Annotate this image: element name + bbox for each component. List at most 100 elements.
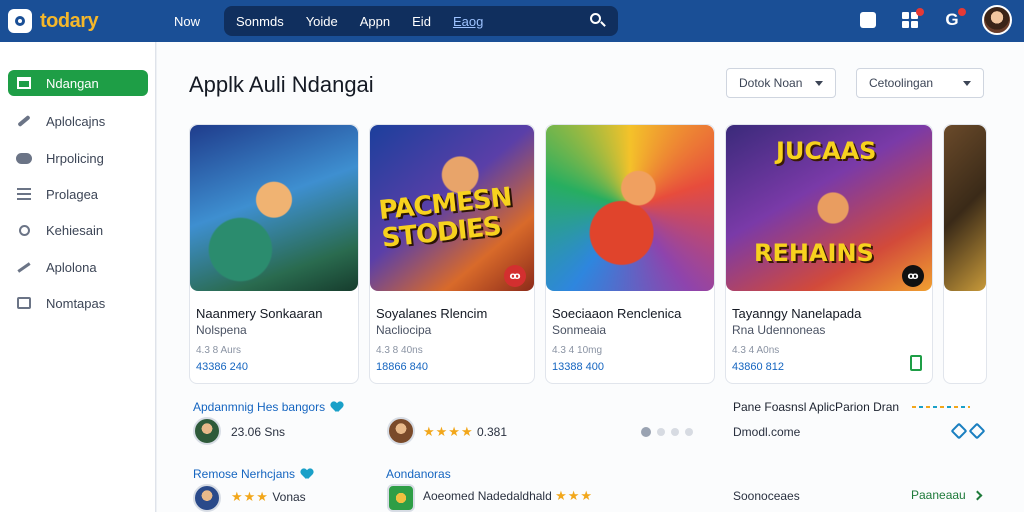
app-developer: Nolspena bbox=[196, 323, 247, 337]
app-download-count: 43386 240 bbox=[196, 361, 248, 373]
artwork-title: PACMESN STODIES bbox=[377, 182, 513, 254]
nav-item-sonmds[interactable]: Sonmds bbox=[236, 14, 284, 29]
nav-now[interactable]: Now bbox=[174, 14, 214, 29]
notes-icon[interactable] bbox=[858, 10, 878, 30]
app-artwork: JUCAAS REHAINS bbox=[726, 125, 932, 291]
avatar bbox=[387, 417, 415, 445]
notification-badge bbox=[916, 8, 924, 16]
app-card[interactable]: Soeciaaon Renclenica Sonmeaia 4.3 4 10mg… bbox=[545, 124, 715, 384]
app-card[interactable]: Naanmery Sonkaaran Nolspena 4.3 8 Aurs 4… bbox=[189, 124, 359, 384]
section-heading[interactable]: Apdanmnig Hes bangors bbox=[193, 400, 343, 414]
notification-badge bbox=[958, 8, 966, 16]
nav-item-eaog[interactable]: Eaog bbox=[453, 14, 483, 29]
sidebar-item-ndangan[interactable]: Ndangan bbox=[8, 70, 148, 96]
star-icons: ★★★ bbox=[555, 488, 594, 503]
sort-dropdown[interactable]: Dotok Noan bbox=[726, 68, 836, 98]
app-rating: 4.3 4 A0ns bbox=[732, 345, 780, 356]
app-card[interactable] bbox=[943, 124, 987, 384]
category-dropdown[interactable]: Cetoolingan bbox=[856, 68, 984, 98]
rating-value: 0.381 bbox=[476, 425, 507, 439]
section-heading[interactable]: Remose Nerhcjans bbox=[193, 467, 313, 481]
section-heading[interactable]: Aondanoras bbox=[386, 467, 451, 481]
sidebar-item-label: Nomtapas bbox=[46, 295, 106, 311]
view-more-label: Paaneaau bbox=[911, 488, 966, 502]
badge-icon: ꝏ bbox=[902, 265, 924, 287]
logo-icon bbox=[8, 9, 32, 33]
app-name: Soyalanes Rlencim bbox=[376, 306, 488, 321]
avatar bbox=[193, 417, 221, 445]
section-heading-text: Apdanmnig Hes bangors bbox=[193, 400, 326, 414]
sidebar-item-label: Aplolona bbox=[46, 259, 97, 275]
heart-icon bbox=[301, 469, 313, 479]
decorative-divider bbox=[912, 406, 970, 408]
rating-stars: ★★★★ 0.381 bbox=[423, 424, 507, 440]
artwork-subtitle: REHAINS bbox=[754, 239, 874, 267]
sidebar-item-label: Prolagea bbox=[46, 186, 99, 202]
bookmark-icon[interactable] bbox=[910, 355, 922, 371]
top-bar: todary Now Sonmds Yoide Appn Eid Eaog G bbox=[0, 0, 1024, 42]
star-icons: ★★★ bbox=[231, 489, 269, 504]
heart-icon bbox=[331, 402, 343, 412]
sidebar-item-nomtapas[interactable]: Nomtapas bbox=[8, 290, 148, 316]
sidebar-item-hrpolicing[interactable]: Hrpolicing bbox=[8, 145, 148, 171]
app-icon bbox=[387, 484, 415, 512]
app-developer: Rna Udennoneas bbox=[732, 323, 826, 337]
carousel-dots[interactable] bbox=[641, 427, 699, 437]
nav-item-eid[interactable]: Eid bbox=[412, 14, 431, 29]
view-more-link[interactable]: Paaneaau bbox=[911, 488, 983, 502]
star-icons: ★★★★ bbox=[423, 424, 474, 439]
artwork-title: JUCAAS bbox=[776, 137, 877, 165]
app-card[interactable]: PACMESN STODIES ꝏ Soyalanes Rlencim Nacl… bbox=[369, 124, 535, 384]
user-avatar[interactable] bbox=[982, 5, 1012, 35]
app-rating: 4.3 4 10mg bbox=[552, 345, 603, 356]
page-title: Applk Auli Ndangai bbox=[189, 72, 374, 97]
row-subtext: Vonas bbox=[272, 490, 306, 504]
search-icon[interactable] bbox=[590, 13, 606, 29]
main-content: Applk Auli Ndangai Dotok Noan Cetoolinga… bbox=[157, 42, 1024, 512]
nav-item-yoide[interactable]: Yoide bbox=[306, 14, 338, 29]
chevron-right-icon bbox=[972, 490, 983, 501]
app-artwork bbox=[190, 125, 358, 291]
section-heading[interactable]: Pane Foasnsl AplicParion Dran bbox=[733, 400, 899, 414]
gamepad-icon bbox=[16, 150, 32, 166]
app-artwork bbox=[944, 125, 986, 291]
app-developer: Nacliocipa bbox=[376, 323, 432, 337]
nav-item-appn[interactable]: Appn bbox=[360, 14, 390, 29]
g-icon[interactable]: G bbox=[942, 8, 966, 30]
row-subtext: Aoeomed Nadedaldhald bbox=[423, 489, 552, 503]
section-heading-text: Remose Nerhcjans bbox=[193, 467, 296, 481]
row-value: 23.06 Sns bbox=[231, 425, 286, 439]
sidebar-item-aplolona[interactable]: Aplolona bbox=[8, 254, 148, 280]
sidebar-item-prolagea[interactable]: Prolagea bbox=[8, 181, 148, 207]
box-icon bbox=[16, 295, 32, 311]
sidebar-item-label: Hrpolicing bbox=[46, 150, 104, 166]
app-card[interactable]: JUCAAS REHAINS ꝏ Tayanngy Nanelapada Rna… bbox=[725, 124, 933, 384]
row-value: Aoeomed Nadedaldhald ★★★ bbox=[423, 488, 593, 504]
row-value: Dmodl.come bbox=[733, 425, 801, 439]
category-dropdown-value: Cetoolingan bbox=[869, 76, 934, 90]
app-logo[interactable]: todary bbox=[8, 9, 158, 33]
search-icon bbox=[16, 222, 32, 238]
app-download-count: 43860 812 bbox=[732, 361, 784, 373]
list-icon bbox=[16, 186, 32, 202]
sidebar: Ndangan Aplolcajns Hrpolicing Prolagea K… bbox=[0, 42, 156, 512]
sort-dropdown-value: Dotok Noan bbox=[739, 76, 803, 90]
sidebar-item-aplolcajns[interactable]: Aplolcajns bbox=[8, 108, 148, 134]
app-name: Soeciaaon Renclenica bbox=[552, 306, 682, 321]
chevron-down-icon bbox=[815, 80, 823, 86]
sidebar-item-label: Ndangan bbox=[46, 75, 99, 91]
row-value: Soonoceaes bbox=[733, 489, 800, 503]
avatar bbox=[193, 484, 221, 512]
sidebar-item-kehiesain[interactable]: Kehiesain bbox=[8, 217, 148, 243]
sidebar-item-label: Aplolcajns bbox=[46, 113, 106, 129]
app-download-count: 18866 840 bbox=[376, 361, 428, 373]
app-name: todary bbox=[40, 9, 99, 32]
store-icon bbox=[16, 75, 32, 91]
app-name: Tayanngy Nanelapada bbox=[732, 306, 862, 321]
app-download-count: 13388 400 bbox=[552, 361, 604, 373]
badge-icon: ꝏ bbox=[504, 265, 526, 287]
app-artwork bbox=[546, 125, 714, 291]
edit-icon[interactable] bbox=[947, 422, 986, 440]
sidebar-item-label: Kehiesain bbox=[46, 222, 104, 238]
apps-grid-icon[interactable] bbox=[900, 8, 924, 30]
